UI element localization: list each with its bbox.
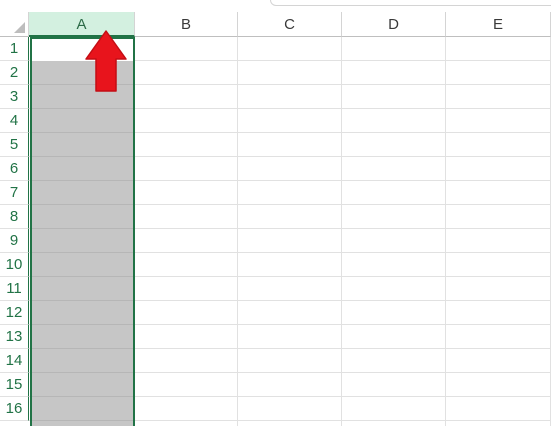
row-header-12[interactable]: 12 — [0, 301, 29, 325]
formula-bar-edge[interactable] — [270, 0, 551, 6]
selected-range-gridline — [30, 156, 134, 157]
row-header-1[interactable]: 1 — [0, 37, 29, 61]
selected-range-gridline — [30, 108, 134, 109]
selected-range-gridline — [30, 372, 134, 373]
row-header-15[interactable]: 15 — [0, 373, 29, 397]
row-header-8[interactable]: 8 — [0, 205, 29, 229]
selected-range-gridline — [30, 348, 134, 349]
column-header-d[interactable]: D — [342, 12, 446, 37]
selected-range-gridline — [30, 300, 134, 301]
gridline-vertical — [134, 37, 135, 426]
column-header-c[interactable]: C — [238, 12, 342, 37]
row-header-7[interactable]: 7 — [0, 181, 29, 205]
gridline-vertical — [341, 37, 342, 426]
row-header-13[interactable]: 13 — [0, 325, 29, 349]
row-header-9[interactable]: 9 — [0, 229, 29, 253]
selected-range-gridline — [30, 252, 134, 253]
column-header-b[interactable]: B — [135, 12, 238, 37]
selected-range-gridline — [30, 180, 134, 181]
row-header-5[interactable]: 5 — [0, 133, 29, 157]
row-header-10[interactable]: 10 — [0, 253, 29, 277]
selected-range-gridline — [30, 228, 134, 229]
select-all-corner[interactable] — [0, 12, 29, 37]
selected-column-range[interactable] — [30, 37, 134, 426]
row-header-6[interactable]: 6 — [0, 157, 29, 181]
gridline-vertical — [445, 37, 446, 426]
select-all-triangle-icon — [14, 22, 25, 33]
selected-range-gridline — [30, 204, 134, 205]
red-up-arrow-icon — [85, 30, 127, 92]
selected-range-gridline — [30, 396, 134, 397]
selected-range-gridline — [30, 276, 134, 277]
row-header-4[interactable]: 4 — [0, 109, 29, 133]
row-header-11[interactable]: 11 — [0, 277, 29, 301]
column-header-e[interactable]: E — [446, 12, 551, 37]
gridline-vertical — [237, 37, 238, 426]
row-header-3[interactable]: 3 — [0, 85, 29, 109]
selected-range-gridline — [30, 324, 134, 325]
spreadsheet-grid: A B C D E 1 2 3 4 5 6 7 8 9 10 11 12 13 … — [0, 0, 551, 426]
row-header-14[interactable]: 14 — [0, 349, 29, 373]
selected-range-gridline — [30, 420, 134, 421]
row-header-2[interactable]: 2 — [0, 61, 29, 85]
row-header-16[interactable]: 16 — [0, 397, 29, 421]
selected-range-gridline — [30, 132, 134, 133]
